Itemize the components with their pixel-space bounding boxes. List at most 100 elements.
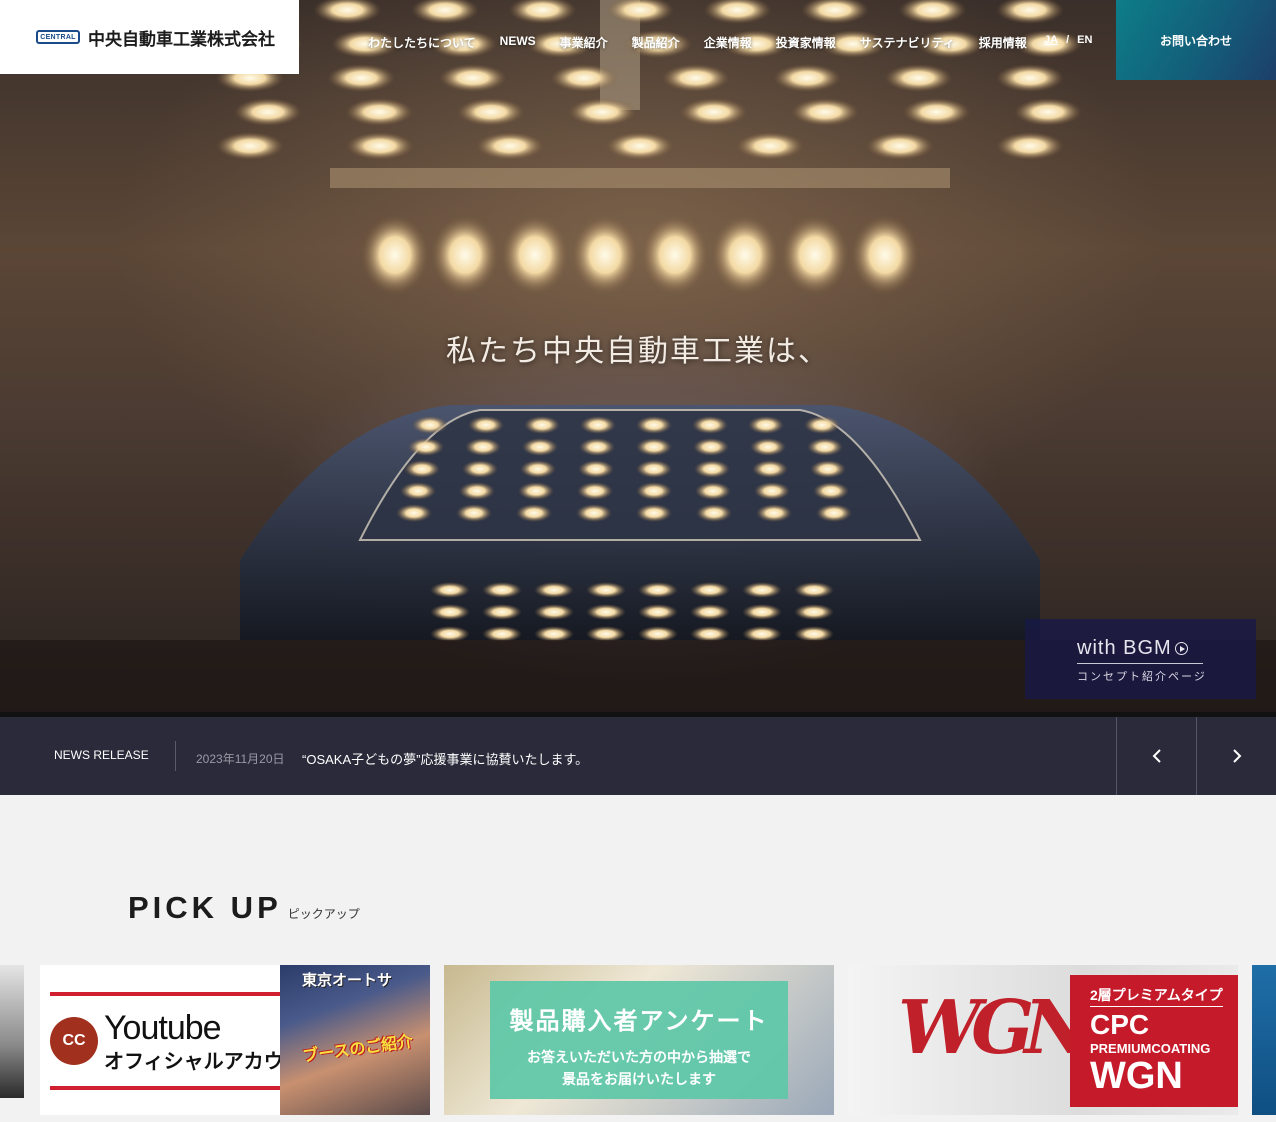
light-bulb <box>586 626 626 642</box>
light-bulb <box>801 0 869 24</box>
pickup-title-en: PICK UP <box>128 890 282 925</box>
lang-ja-link[interactable]: JA <box>1044 34 1058 46</box>
light-bulb <box>408 438 444 456</box>
light-bulb <box>586 604 626 620</box>
nav-item-recruit[interactable]: 採用情報 <box>979 34 1027 51</box>
light-bulb <box>234 98 302 126</box>
news-date: 2023年11月20日 <box>196 752 285 766</box>
light-bulb <box>696 504 732 522</box>
lang-en-link[interactable]: EN <box>1077 34 1092 46</box>
light-bulb <box>438 64 507 92</box>
news-title-link[interactable]: “OSAKA子どもの夢”応援事業に協賛いたします。 <box>302 749 588 768</box>
light-bulb <box>550 64 619 92</box>
light-bulb <box>996 0 1064 24</box>
light-bulb <box>346 132 414 160</box>
light-bulb <box>693 438 729 456</box>
light-bulb <box>742 582 782 598</box>
light-bulb <box>327 64 396 92</box>
light-bulb <box>430 582 470 598</box>
survey-banner: 製品購入者アンケート お答えいただいた方の中から抽選で 景品をお届けいたします <box>490 981 788 1099</box>
light-bulb <box>430 626 470 642</box>
central-logo-icon: CC <box>50 1017 98 1065</box>
light-bulb <box>518 482 554 500</box>
light-bulb <box>695 482 731 500</box>
light-bulb <box>534 626 574 642</box>
nav-item-company[interactable]: 企業情報 <box>704 34 752 51</box>
light-bulb <box>692 416 728 434</box>
light-bulb <box>411 0 479 24</box>
light-bulb <box>813 482 849 500</box>
lang-separator: / <box>1066 34 1070 46</box>
play-icon <box>1174 642 1188 655</box>
pickup-card-prev-peek[interactable] <box>0 965 24 1098</box>
light-bulb <box>462 460 498 478</box>
light-bulb <box>520 460 556 478</box>
light-bulb <box>773 64 842 92</box>
bgm-subtitle: コンセプト紹介ページ <box>1077 671 1207 683</box>
wgn-premium-label: PREMIUMCOATING <box>1090 1041 1211 1056</box>
wgn-big-label: WGN <box>1090 1055 1183 1097</box>
light-bulb <box>996 132 1064 160</box>
light-bulb <box>641 215 709 295</box>
light-bulb <box>690 626 730 642</box>
pickup-card-youtube[interactable]: CC Youtube オフィシャルアカウント 東京オートサ ブースのご紹介 <box>40 965 430 1115</box>
light-bulb <box>1014 98 1082 126</box>
light-bulb <box>216 132 284 160</box>
light-bulb <box>412 416 448 434</box>
light-bulb <box>482 604 522 620</box>
pickup-card-wgn[interactable]: WGN 2層プレミアムタイプ CPC PREMIUMCOATING WGN <box>848 965 1238 1115</box>
bgm-concept-link[interactable]: with BGM コンセプト紹介ページ <box>1025 619 1256 699</box>
bgm-title: with BGM <box>1077 637 1256 660</box>
light-bulb <box>576 504 612 522</box>
light-bulb <box>638 626 678 642</box>
company-name: 中央自動車工業株式会社 <box>88 29 275 49</box>
light-bulb <box>636 482 672 500</box>
light-bulb <box>482 626 522 642</box>
contact-button[interactable]: お問い合わせ <box>1116 0 1276 80</box>
light-bulb <box>568 98 637 126</box>
light-bulb <box>508 0 577 24</box>
nav-item-news[interactable]: NEWS <box>500 34 536 51</box>
light-bulb <box>456 98 525 126</box>
light-bulb <box>736 132 804 160</box>
light-bulb <box>679 98 748 126</box>
survey-text-line-1: お答えいただいた方の中から抽選で <box>527 1049 751 1065</box>
nav-item-investors[interactable]: 投資家情報 <box>776 34 836 51</box>
light-bulb <box>754 482 790 500</box>
light-bulb <box>476 132 544 160</box>
light-bulb <box>636 504 672 522</box>
light-bulb <box>580 416 616 434</box>
light-bulb <box>534 582 574 598</box>
nav-item-products[interactable]: 製品紹介 <box>632 34 680 51</box>
logo-badge-icon: CENTRAL <box>36 30 80 44</box>
light-bulb <box>898 0 967 24</box>
bgm-title-text: with BGM <box>1077 637 1172 659</box>
light-bulb <box>703 0 772 24</box>
light-bulb <box>534 604 574 620</box>
pickup-card-survey[interactable]: 製品購入者アンケート お答えいただいた方の中から抽選で 景品をお届けいたします <box>444 965 834 1115</box>
survey-text-line-2: 景品をお届けいたします <box>562 1071 716 1087</box>
light-bulb <box>577 482 613 500</box>
light-bulb <box>638 604 678 620</box>
nav-item-business[interactable]: 事業紹介 <box>560 34 608 51</box>
nav-item-about[interactable]: わたしたちについて <box>368 34 476 51</box>
hero-video: 私たち中央自動車工業は、 <box>0 0 1276 712</box>
site-logo[interactable]: CENTRAL 中央自動車工業株式会社 <box>0 0 299 74</box>
news-next-button[interactable] <box>1196 717 1276 795</box>
light-bulb <box>810 460 846 478</box>
light-bulb <box>571 215 639 295</box>
light-bulb <box>579 438 615 456</box>
news-separator <box>175 741 176 771</box>
light-bulb <box>465 438 501 456</box>
light-bulb <box>902 98 971 126</box>
light-bulb <box>578 460 614 478</box>
light-bulb <box>400 482 436 500</box>
pickup-card-next-peek[interactable] <box>1252 965 1276 1115</box>
news-prev-button[interactable] <box>1116 717 1196 795</box>
wgn-cpc-label: CPC <box>1090 1009 1150 1040</box>
light-bulb <box>661 64 730 92</box>
light-bulb <box>752 460 788 478</box>
light-bulb <box>345 98 414 126</box>
nav-item-sustainability[interactable]: サステナビリティ <box>860 34 955 51</box>
light-bulb <box>636 460 672 478</box>
